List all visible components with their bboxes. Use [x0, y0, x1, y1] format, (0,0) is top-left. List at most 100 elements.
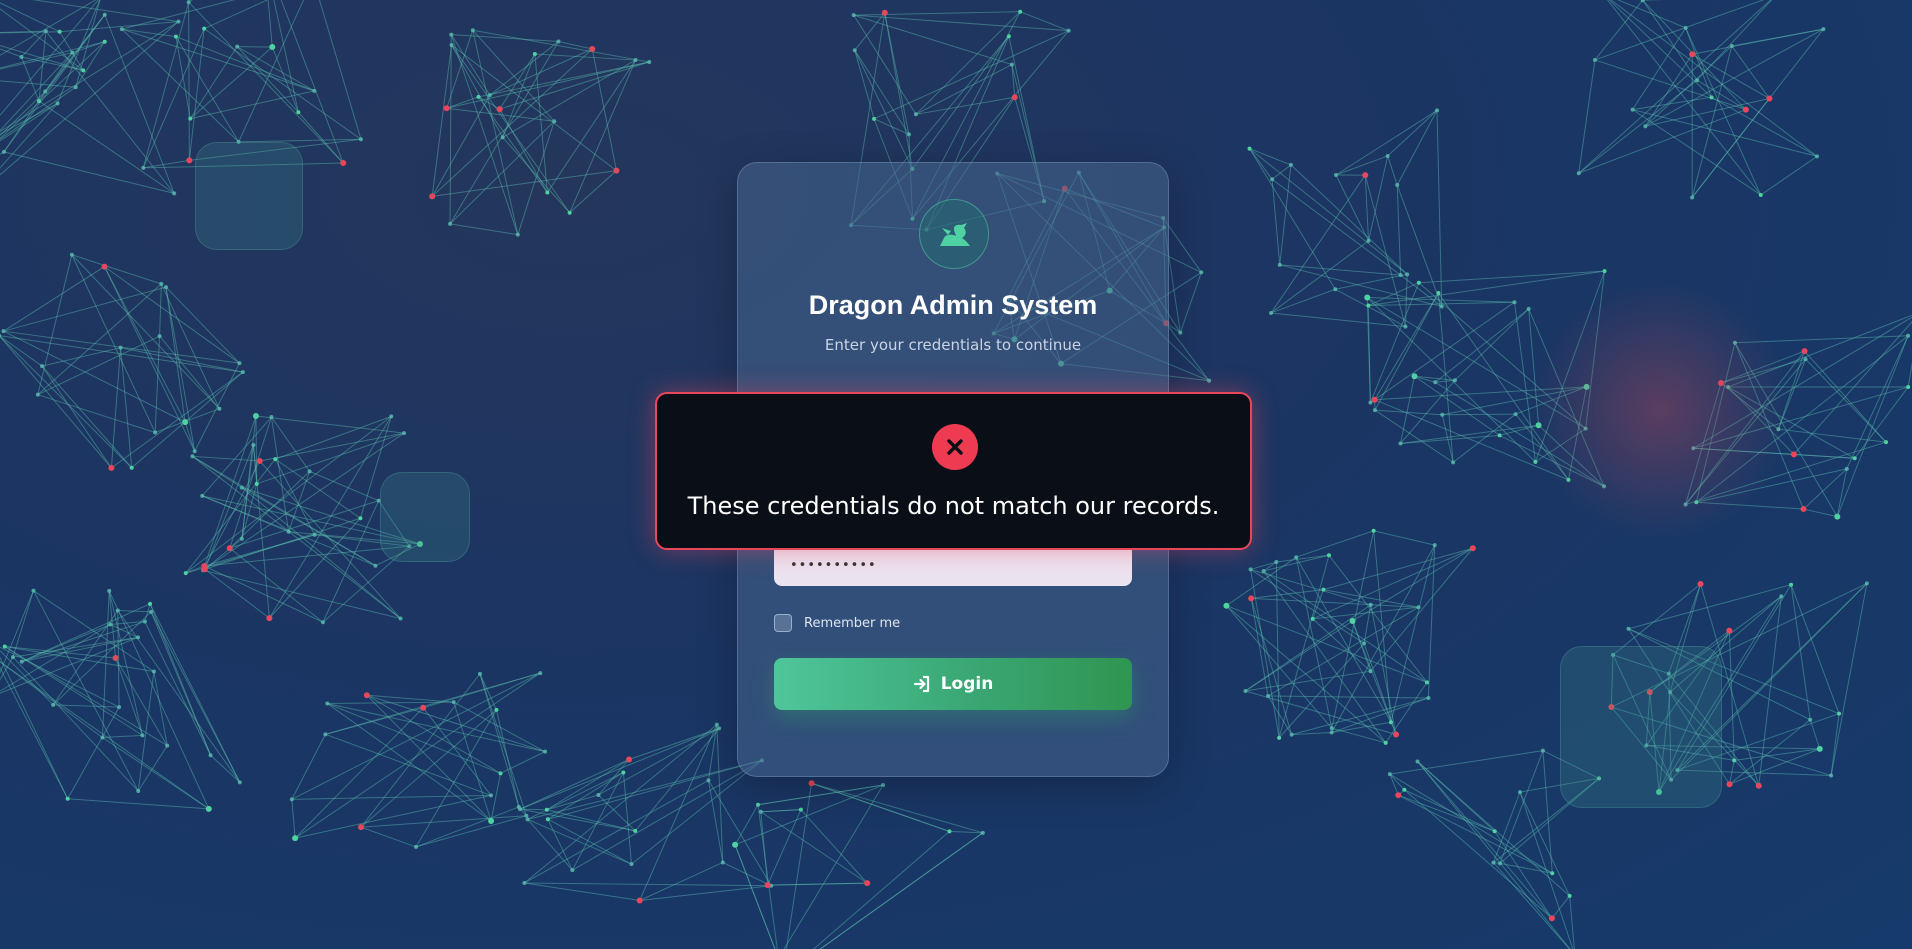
network-node — [545, 190, 550, 195]
network-node — [1368, 669, 1373, 674]
network-node — [1395, 792, 1402, 799]
network-node — [881, 782, 886, 787]
network-node — [142, 619, 147, 624]
network-node — [545, 817, 550, 822]
network-node — [808, 780, 815, 787]
network-node — [1289, 732, 1294, 737]
network-node — [312, 88, 317, 93]
logo — [919, 199, 989, 269]
network-node — [1383, 740, 1388, 745]
network-node — [141, 165, 146, 170]
network-node — [286, 529, 291, 534]
network-node — [1434, 108, 1439, 113]
network-node — [494, 707, 499, 712]
network-node — [567, 210, 572, 215]
network-node — [1223, 602, 1230, 609]
network-node — [165, 743, 170, 748]
remember-me[interactable]: Remember me — [774, 614, 900, 632]
network-node — [1006, 34, 1011, 39]
network-node — [65, 796, 70, 801]
network-node — [172, 191, 177, 196]
network-node — [420, 704, 427, 711]
network-node — [544, 807, 549, 812]
network-node — [323, 732, 328, 737]
network-node — [626, 756, 633, 763]
network-node — [153, 430, 158, 435]
decor-square — [195, 142, 303, 250]
network-node — [217, 406, 222, 411]
network-node — [57, 29, 62, 34]
login-button[interactable]: Login — [774, 658, 1132, 710]
network-node — [254, 481, 259, 486]
network-node — [1864, 581, 1869, 586]
network-node — [1178, 330, 1183, 335]
network-node — [358, 137, 363, 142]
network-node — [1512, 300, 1517, 305]
network-node — [1395, 183, 1400, 188]
network-node — [1368, 400, 1373, 405]
network-node — [118, 345, 123, 350]
network-node — [1, 149, 6, 154]
error-alert: These credentials do not match our recor… — [655, 392, 1252, 550]
network-node — [1779, 594, 1784, 599]
network-node — [251, 443, 256, 448]
network-node — [556, 39, 561, 44]
network-node — [1333, 287, 1338, 292]
network-node — [1829, 773, 1834, 778]
network-node — [1697, 581, 1704, 588]
network-node — [1451, 460, 1456, 465]
network-node — [522, 880, 527, 885]
network-node — [1683, 25, 1688, 30]
network-node — [1387, 772, 1392, 777]
network-node — [613, 167, 620, 174]
network-node — [1248, 567, 1253, 572]
network-node — [1066, 28, 1071, 33]
network-node — [373, 563, 378, 568]
network-node — [1808, 717, 1813, 722]
network-node — [1277, 735, 1282, 740]
network-node — [2, 644, 7, 649]
network-node — [1492, 829, 1497, 834]
network-node — [1368, 602, 1373, 607]
network-node — [269, 44, 276, 51]
network-node — [1403, 324, 1408, 329]
network-node — [157, 334, 162, 339]
network-node — [1009, 62, 1014, 67]
network-node — [1247, 146, 1252, 151]
network-node — [449, 43, 454, 48]
network-node — [148, 601, 153, 606]
network-node — [1402, 787, 1407, 792]
network-node — [477, 671, 482, 676]
network-node — [182, 419, 189, 426]
network-node — [312, 532, 317, 537]
network-node — [852, 48, 857, 53]
network-node — [1424, 680, 1429, 685]
login-label: Login — [940, 674, 994, 694]
network-node — [10, 655, 15, 660]
network-node — [1385, 153, 1390, 158]
network-node — [117, 705, 122, 710]
network-node — [186, 157, 193, 164]
network-node — [756, 802, 761, 807]
network-node — [1011, 94, 1018, 101]
network-node — [524, 813, 529, 818]
network-node — [307, 469, 312, 474]
network-node — [498, 771, 503, 776]
network-node — [1310, 616, 1315, 621]
network-node — [190, 454, 195, 459]
network-node — [476, 94, 481, 99]
network-node — [1243, 688, 1248, 693]
network-node — [1372, 408, 1377, 413]
network-node — [1803, 357, 1808, 362]
network-node — [552, 119, 557, 124]
network-node — [1630, 107, 1635, 112]
network-node — [1405, 272, 1410, 277]
password-field[interactable]: •••••••••• — [774, 544, 1132, 586]
network-node — [1366, 303, 1371, 308]
network-node — [1726, 781, 1733, 788]
network-node — [237, 361, 242, 366]
network-node — [357, 824, 364, 831]
network-node — [51, 702, 56, 707]
remember-checkbox[interactable] — [774, 614, 792, 632]
network-node — [19, 659, 24, 664]
